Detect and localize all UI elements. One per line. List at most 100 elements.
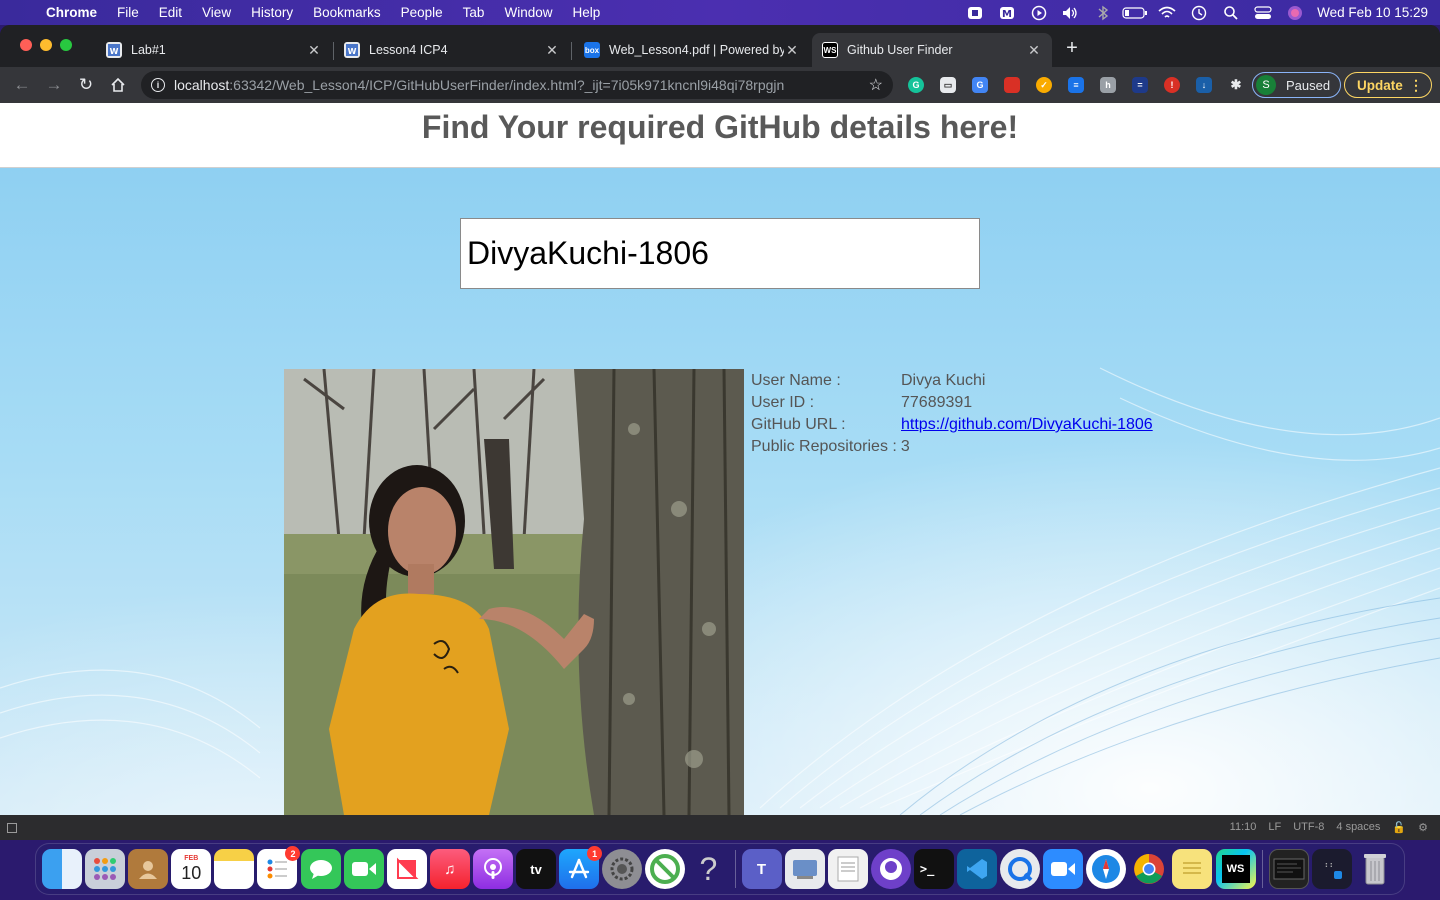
downloads-folder-icon[interactable]: :: <box>1311 849 1352 889</box>
chrome-icon[interactable] <box>1129 849 1169 889</box>
tab-github-user-finder[interactable]: WS Github User Finder ✕ <box>812 33 1052 67</box>
quicktime-icon[interactable] <box>1000 849 1041 889</box>
stack-icon[interactable]: ≡ <box>1064 73 1088 97</box>
panel-toggle-icon[interactable] <box>7 822 17 833</box>
bluetooth-icon[interactable] <box>1087 0 1119 25</box>
screen-record-icon[interactable] <box>959 0 991 25</box>
tab-manager-icon[interactable]: ▭ <box>936 73 960 97</box>
webstorm-dock-icon[interactable]: WS <box>1215 849 1256 889</box>
menu-help[interactable]: Help <box>562 5 610 20</box>
finder-icon[interactable] <box>42 849 82 889</box>
volume-icon[interactable] <box>1055 0 1087 25</box>
menu-tab[interactable]: Tab <box>453 5 495 20</box>
lock-icon[interactable]: 🔓 <box>1392 821 1406 834</box>
blue-extension-icon[interactable]: = <box>1128 73 1152 97</box>
github-username-input[interactable] <box>460 218 980 289</box>
news-icon[interactable] <box>386 849 427 889</box>
site-info-icon[interactable]: i <box>151 78 165 92</box>
doc-icon: W <box>106 42 122 58</box>
menu-view[interactable]: View <box>192 5 241 20</box>
address-bar[interactable]: i localhost :63342/Web_Lesson4/ICP/GitHu… <box>141 71 893 99</box>
tab-close-icon[interactable]: ✕ <box>1026 42 1042 59</box>
menubar-clock[interactable]: Wed Feb 10 15:29 <box>1311 5 1440 20</box>
system-preferences-icon[interactable] <box>602 849 643 889</box>
tab-close-icon[interactable]: ✕ <box>306 42 322 59</box>
detail-row-userid: User ID : 77689391 <box>751 392 1153 414</box>
trash-icon[interactable] <box>1355 849 1395 889</box>
tab-lesson4-icp4[interactable]: W Lesson4 ICP4 ✕ <box>334 33 570 67</box>
stickies-icon[interactable] <box>1172 849 1213 889</box>
forward-arrow-icon[interactable]: → <box>38 71 70 99</box>
cursor-position[interactable]: 11:10 <box>1230 821 1257 834</box>
music-icon[interactable]: ♫ <box>429 849 470 889</box>
siri-icon[interactable] <box>1279 0 1311 25</box>
time-machine-icon[interactable] <box>1183 0 1215 25</box>
spotlight-search-icon[interactable] <box>1215 0 1247 25</box>
home-icon[interactable] <box>102 71 134 99</box>
webstorm-icon: WS <box>822 42 838 58</box>
profile-button[interactable]: S Paused <box>1252 72 1342 98</box>
grammarly-icon[interactable]: G <box>904 73 928 97</box>
battery-icon[interactable] <box>1119 0 1151 25</box>
terminal-icon[interactable]: >_ <box>913 849 954 889</box>
screenshot-app-icon[interactable] <box>784 849 825 889</box>
inspector-icon[interactable]: ⚙ <box>1418 821 1428 834</box>
app-store-icon[interactable]: 1 <box>559 846 603 889</box>
control-center-icon[interactable] <box>1247 0 1279 25</box>
github-profile-link[interactable]: https://github.com/DivyaKuchi-1806 <box>901 414 1153 436</box>
apple-tv-icon[interactable]: tv <box>516 849 557 889</box>
red-bookmark-icon[interactable] <box>1000 73 1024 97</box>
minimize-window-button[interactable] <box>40 39 52 51</box>
norton-icon[interactable]: ✓ <box>1032 73 1056 97</box>
help-icon[interactable]: ? <box>688 849 728 889</box>
messages-icon[interactable] <box>300 849 341 889</box>
h-extension-icon[interactable]: h <box>1096 73 1120 97</box>
line-ending[interactable]: LF <box>1268 821 1281 834</box>
user-details: User Name : Divya Kuchi User ID : 776893… <box>751 370 1153 458</box>
contacts-icon[interactable] <box>128 849 169 889</box>
menu-people[interactable]: People <box>391 5 453 20</box>
doc-icon: W <box>344 42 360 58</box>
vscode-icon[interactable] <box>956 849 997 889</box>
safari-icon[interactable] <box>1086 849 1127 889</box>
menu-edit[interactable]: Edit <box>149 5 192 20</box>
menu-file[interactable]: File <box>107 5 149 20</box>
tab-web-lesson4-pdf[interactable]: box Web_Lesson4.pdf | Powered by ✕ <box>574 33 810 67</box>
kebab-menu-icon[interactable]: ⋮ <box>1409 77 1423 94</box>
indent-setting[interactable]: 4 spaces <box>1336 821 1380 834</box>
blocker-icon[interactable] <box>645 849 686 889</box>
malwarebytes-icon[interactable]: M <box>991 0 1023 25</box>
bookmark-star-icon[interactable]: ☆ <box>869 75 883 95</box>
menu-window[interactable]: Window <box>494 5 562 20</box>
file-encoding[interactable]: UTF-8 <box>1293 821 1324 834</box>
teams-icon[interactable]: T <box>741 849 782 889</box>
extensions-puzzle-icon[interactable]: ✱ <box>1224 73 1248 97</box>
reload-icon[interactable]: ↻ <box>70 71 102 99</box>
zoom-icon[interactable] <box>1043 849 1084 889</box>
menu-history[interactable]: History <box>241 5 303 20</box>
new-tab-button[interactable]: + <box>1062 38 1082 58</box>
red-shield-icon[interactable]: ! <box>1160 73 1184 97</box>
podcasts-icon[interactable] <box>472 849 513 889</box>
tab-close-icon[interactable]: ✕ <box>784 42 800 59</box>
download-icon[interactable]: ↓ <box>1192 73 1216 97</box>
back-arrow-icon[interactable]: ← <box>6 71 38 99</box>
notes-icon[interactable] <box>214 849 255 889</box>
calendar-icon[interactable]: FEB 10 <box>171 849 212 889</box>
menu-bookmarks[interactable]: Bookmarks <box>303 5 391 20</box>
facetime-icon[interactable] <box>343 849 384 889</box>
wifi-icon[interactable] <box>1151 0 1183 25</box>
recent-window-icon[interactable] <box>1268 849 1309 889</box>
launchpad-icon[interactable] <box>85 849 126 889</box>
google-translate-icon[interactable]: G <box>968 73 992 97</box>
close-window-button[interactable] <box>20 39 32 51</box>
update-button[interactable]: Update ⋮ <box>1344 72 1432 98</box>
tab-lab1[interactable]: W Lab#1 ✕ <box>96 33 332 67</box>
github-desktop-icon[interactable] <box>870 849 911 889</box>
reminders-icon[interactable]: 2 <box>257 846 301 889</box>
textedit-icon[interactable] <box>827 849 868 889</box>
maximize-window-button[interactable] <box>60 39 72 51</box>
play-icon[interactable] <box>1023 0 1055 25</box>
menu-app-name[interactable]: Chrome <box>38 5 107 20</box>
tab-close-icon[interactable]: ✕ <box>544 42 560 59</box>
